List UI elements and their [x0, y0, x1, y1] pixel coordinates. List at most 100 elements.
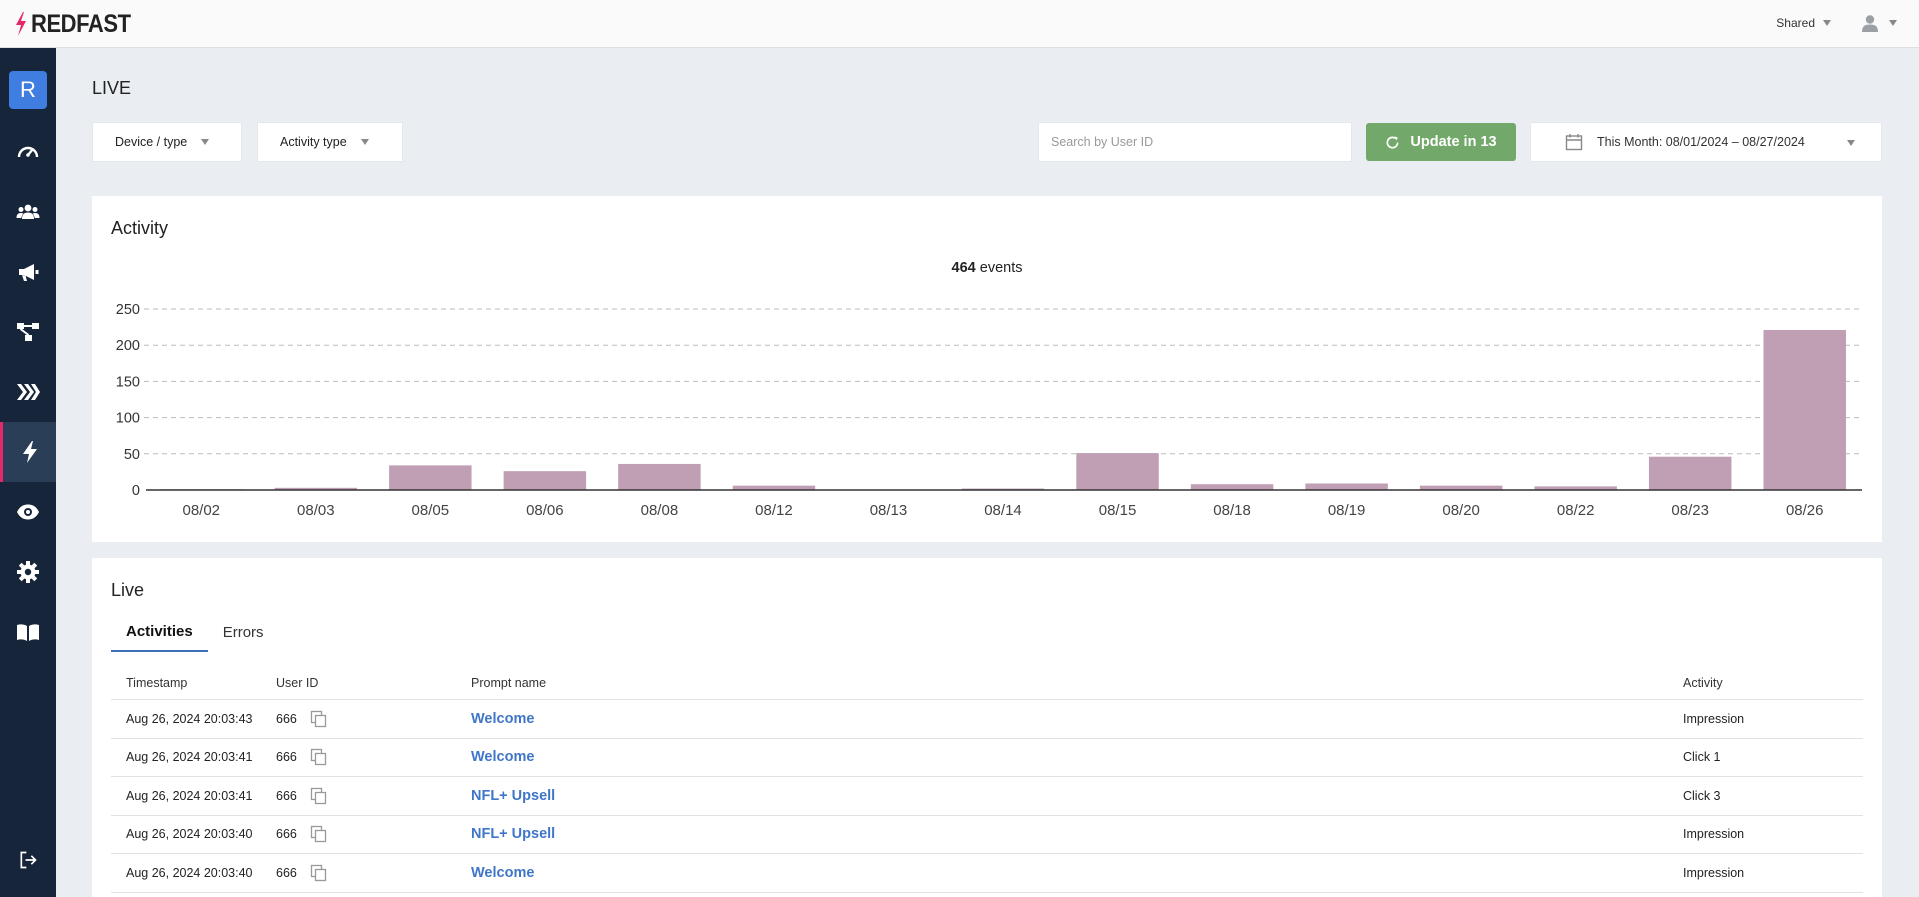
- chevron-down-icon: [1847, 140, 1855, 146]
- column-header-timestamp[interactable]: Timestamp: [111, 676, 276, 690]
- sidebar-item-preview[interactable]: [0, 482, 56, 542]
- dashboard-gauge-icon: [17, 146, 39, 158]
- avatar[interactable]: R: [9, 71, 47, 109]
- prompt-link[interactable]: NFL+ Upsell: [471, 826, 555, 842]
- y-tick-label: 50: [124, 447, 140, 463]
- update-label: Update in 13: [1410, 134, 1497, 150]
- row-user-id: 666: [276, 865, 297, 880]
- x-tick-label: 08/03: [297, 502, 335, 519]
- activity-card: Activity 464 events 0 50 100 150 200 250 08/02…: [92, 196, 1882, 542]
- y-tick-label: 250: [116, 302, 140, 318]
- copy-icon[interactable]: [309, 709, 329, 729]
- chart-bar: [618, 463, 701, 490]
- column-header-activity[interactable]: Activity: [1683, 676, 1863, 690]
- chevron-down-icon: [360, 139, 369, 145]
- row-user-id: 666: [276, 788, 297, 803]
- chart-bar: [1763, 329, 1846, 490]
- activities-table: Timestamp User ID Prompt name Activity A…: [111, 666, 1863, 893]
- user-icon: [1862, 15, 1878, 32]
- flow-icon: [17, 323, 39, 341]
- logo-text: REDFAST: [31, 9, 131, 38]
- chart-bar: [1305, 483, 1388, 490]
- activity-type-label: Activity type: [280, 135, 347, 149]
- chart-bar: [1076, 453, 1159, 490]
- tab-errors[interactable]: Errors: [208, 612, 279, 652]
- prompt-link[interactable]: Welcome: [471, 865, 534, 881]
- date-range-label: This Month: 08/01/2024 – 08/27/2024: [1597, 135, 1805, 149]
- x-tick-label: 08/06: [526, 502, 564, 519]
- sidebar-item-flows[interactable]: [0, 302, 56, 362]
- sidebar-item-dashboard[interactable]: [0, 122, 56, 182]
- x-tick-label: 08/05: [412, 502, 450, 519]
- x-tick-label: 08/22: [1557, 502, 1595, 519]
- x-tick-label: 08/26: [1786, 502, 1824, 519]
- sidebar-item-live[interactable]: [0, 422, 56, 482]
- table-row: Aug 26, 2024 20:03:43 666 Welcome Impres…: [111, 700, 1863, 739]
- sidebar-item-users[interactable]: [0, 182, 56, 242]
- row-timestamp: Aug 26, 2024 20:03:41: [126, 750, 253, 765]
- column-header-user-id[interactable]: User ID: [276, 676, 471, 690]
- row-user-id: 666: [276, 827, 297, 842]
- x-tick-label: 08/18: [1213, 502, 1251, 519]
- logout-button[interactable]: [0, 830, 56, 890]
- sidebar-item-docs[interactable]: [0, 602, 56, 662]
- sidebar-item-campaigns[interactable]: [0, 242, 56, 302]
- chevron-down-icon: [1889, 20, 1897, 26]
- redfast-logo[interactable]: REDFAST: [14, 10, 144, 38]
- copy-icon[interactable]: [309, 863, 329, 883]
- row-activity: Impression: [1683, 827, 1745, 842]
- table-row: Aug 26, 2024 20:03:41 666 NFL+ Upsell Cl…: [111, 777, 1863, 816]
- date-range-picker[interactable]: This Month: 08/01/2024 – 08/27/2024: [1530, 122, 1882, 162]
- refresh-icon: [1386, 135, 1399, 148]
- shared-label: Shared: [1776, 16, 1815, 30]
- column-header-prompt-name[interactable]: Prompt name: [471, 676, 1683, 690]
- book-icon: [17, 624, 39, 641]
- page-title: LIVE: [92, 78, 132, 98]
- table-header: Timestamp User ID Prompt name Activity: [111, 666, 1863, 700]
- row-timestamp: Aug 26, 2024 20:03:43: [126, 711, 253, 726]
- gear-icon: [17, 561, 39, 583]
- row-timestamp: Aug 26, 2024 20:03:40: [126, 865, 253, 880]
- chevrons-icon: [17, 384, 40, 400]
- row-user-id: 666: [276, 711, 297, 726]
- x-tick-label: 08/15: [1099, 502, 1137, 519]
- user-menu[interactable]: [1861, 14, 1897, 32]
- update-button[interactable]: Update in 13: [1366, 123, 1516, 161]
- activity-chart: 0 50 100 150 200 250 08/02 08/03 08/05 08/06 08/08…: [116, 302, 1862, 519]
- x-tick-label: 08/14: [984, 502, 1022, 519]
- prompt-link[interactable]: Welcome: [471, 749, 534, 765]
- copy-icon[interactable]: [309, 747, 329, 767]
- sidebar: R: [0, 48, 56, 897]
- x-tick-label: 08/08: [641, 502, 679, 519]
- sidebar-item-settings[interactable]: [0, 542, 56, 602]
- row-activity: Impression: [1683, 711, 1745, 726]
- top-bar: REDFAST Shared: [0, 0, 1919, 48]
- live-title: Live: [111, 580, 145, 600]
- copy-icon[interactable]: [309, 824, 329, 844]
- live-tabs: Activities Errors: [111, 612, 279, 652]
- x-tick-label: 08/13: [870, 502, 908, 519]
- search-input[interactable]: [1038, 122, 1352, 162]
- shared-dropdown[interactable]: Shared: [1776, 16, 1831, 30]
- activity-type-dropdown[interactable]: Activity type: [257, 122, 403, 162]
- chart-bar: [1190, 484, 1274, 490]
- y-tick-label: 100: [116, 411, 140, 427]
- logout-icon: [20, 851, 37, 869]
- prompt-link[interactable]: NFL+ Upsell: [471, 788, 555, 804]
- sidebar-item-segments[interactable]: [0, 362, 56, 422]
- prompt-link[interactable]: Welcome: [471, 711, 534, 727]
- row-activity: Click 3: [1683, 788, 1721, 803]
- chart-bar: [1648, 456, 1732, 490]
- users-icon: [16, 204, 40, 219]
- x-tick-label: 08/20: [1442, 502, 1480, 519]
- eye-icon: [17, 504, 39, 520]
- x-tick-label: 08/02: [182, 502, 220, 519]
- table-row: Aug 26, 2024 20:03:41 666 Welcome Click …: [111, 739, 1863, 777]
- device-type-label: Device / type: [115, 135, 188, 149]
- lightning-icon: [22, 441, 37, 463]
- x-tick-label: 08/23: [1671, 502, 1709, 519]
- calendar-icon: [1565, 134, 1583, 151]
- copy-icon[interactable]: [309, 786, 329, 806]
- tab-activities[interactable]: Activities: [111, 612, 208, 652]
- device-type-dropdown[interactable]: Device / type: [92, 122, 242, 162]
